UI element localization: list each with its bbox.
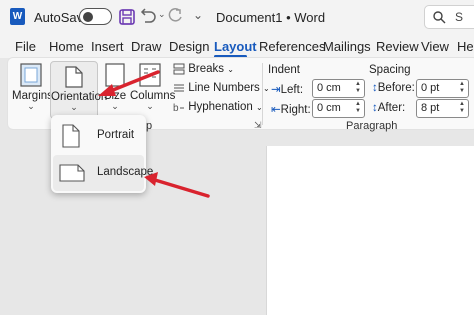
indent-heading: Indent bbox=[268, 64, 300, 76]
menu-item-landscape[interactable]: Landscape bbox=[53, 155, 153, 191]
spacing-before-label: ↕Before: bbox=[372, 82, 415, 94]
search-placeholder: S bbox=[455, 10, 464, 24]
tab-home[interactable]: Home bbox=[49, 39, 84, 54]
chevron-down-icon: ⌄ bbox=[111, 101, 119, 111]
tab-layout[interactable]: Layout bbox=[214, 39, 257, 54]
columns-icon bbox=[139, 63, 161, 87]
title-bar: W AutoSave ⌄ ⌄ Document1 • Word S bbox=[0, 0, 474, 34]
search-icon bbox=[433, 11, 446, 24]
hyphenation-icon: b bbox=[173, 103, 184, 114]
search-box[interactable]: S bbox=[424, 5, 474, 29]
tab-design[interactable]: Design bbox=[169, 39, 209, 54]
hyphenation-label: Hyphenation bbox=[188, 101, 253, 114]
spinner-arrows-icon[interactable]: ▲ ▼ bbox=[459, 101, 465, 115]
undo-dropdown-icon[interactable]: ⌄ bbox=[158, 9, 166, 20]
indent-right-label: ⇤Right: bbox=[271, 104, 311, 116]
tab-insert[interactable]: Insert bbox=[91, 39, 124, 54]
chevron-down-icon: ⌄ bbox=[70, 102, 78, 112]
spacing-heading: Spacing bbox=[369, 64, 411, 76]
indent-left-label: ⇥Left: bbox=[271, 84, 304, 96]
indent-left-input[interactable]: 0 cm ▲ ▼ bbox=[312, 79, 365, 98]
tab-references[interactable]: References bbox=[259, 39, 325, 54]
portrait-label: Portrait bbox=[97, 129, 135, 141]
size-button[interactable]: Size ⌄ bbox=[102, 61, 128, 121]
spinner-arrows-icon[interactable]: ▲ ▼ bbox=[459, 81, 465, 95]
spacing-before-input[interactable]: 0 pt ▲ ▼ bbox=[416, 79, 469, 98]
word-app-icon: W bbox=[10, 8, 25, 25]
portrait-icon bbox=[62, 124, 80, 148]
document-title: Document1 • Word bbox=[216, 10, 326, 25]
group-separator bbox=[262, 63, 263, 125]
chevron-down-icon: ⌄ bbox=[146, 101, 154, 111]
landscape-icon bbox=[59, 164, 85, 182]
tab-draw[interactable]: Draw bbox=[131, 39, 161, 54]
spinner-arrows-icon[interactable]: ▲ ▼ bbox=[355, 81, 361, 95]
dialog-launcher-icon[interactable]: ⇲ bbox=[254, 120, 262, 131]
tab-file[interactable]: File bbox=[15, 39, 36, 54]
svg-text:b: b bbox=[173, 103, 179, 113]
landscape-label: Landscape bbox=[97, 166, 154, 178]
redo-icon[interactable] bbox=[166, 8, 184, 26]
line-numbers-label: Line Numbers bbox=[188, 82, 260, 95]
spinner-arrows-icon[interactable]: ▲ ▼ bbox=[355, 101, 361, 115]
chevron-down-icon: ⌄ bbox=[27, 101, 35, 111]
breaks-button[interactable]: Breaks ⌄ bbox=[173, 63, 234, 75]
orientation-button[interactable]: Orientation ⌄ bbox=[50, 61, 107, 119]
orientation-menu: Portrait Landscape bbox=[51, 115, 153, 193]
customize-toolbar-icon[interactable]: ⌄ bbox=[193, 8, 203, 22]
document-page[interactable] bbox=[266, 146, 474, 315]
tab-help[interactable]: Help bbox=[457, 39, 474, 54]
spacing-after-input[interactable]: 8 pt ▲ ▼ bbox=[416, 99, 469, 118]
page-setup-group-label: p bbox=[146, 120, 153, 132]
line-numbers-button[interactable]: Line Numbers ⌄ bbox=[173, 82, 270, 94]
margins-icon bbox=[20, 63, 42, 87]
breaks-label: Breaks bbox=[188, 63, 224, 76]
hyphenation-button[interactable]: b Hyphenation ⌄ bbox=[173, 101, 263, 114]
margins-button[interactable]: Margins ⌄ bbox=[12, 61, 53, 121]
autosave-toggle[interactable] bbox=[79, 8, 112, 25]
save-icon[interactable] bbox=[118, 8, 136, 26]
ribbon-tab-bar: File Home Insert Draw Design Layout Refe… bbox=[0, 34, 474, 58]
indent-right-input[interactable]: 0 cm ▲ ▼ bbox=[312, 99, 365, 118]
breaks-icon bbox=[173, 63, 185, 75]
tab-review[interactable]: Review bbox=[376, 39, 419, 54]
tab-view[interactable]: View bbox=[421, 39, 449, 54]
paragraph-group-label: Paragraph bbox=[346, 120, 398, 132]
line-numbers-icon bbox=[174, 84, 184, 92]
spacing-after-label: ↕After: bbox=[372, 102, 406, 114]
size-icon bbox=[105, 63, 125, 87]
undo-icon[interactable] bbox=[140, 8, 158, 26]
orientation-icon bbox=[65, 66, 83, 88]
menu-item-portrait[interactable]: Portrait bbox=[53, 118, 144, 154]
columns-button[interactable]: Columns ⌄ bbox=[130, 61, 175, 121]
tab-mailings[interactable]: Mailings bbox=[323, 39, 371, 54]
